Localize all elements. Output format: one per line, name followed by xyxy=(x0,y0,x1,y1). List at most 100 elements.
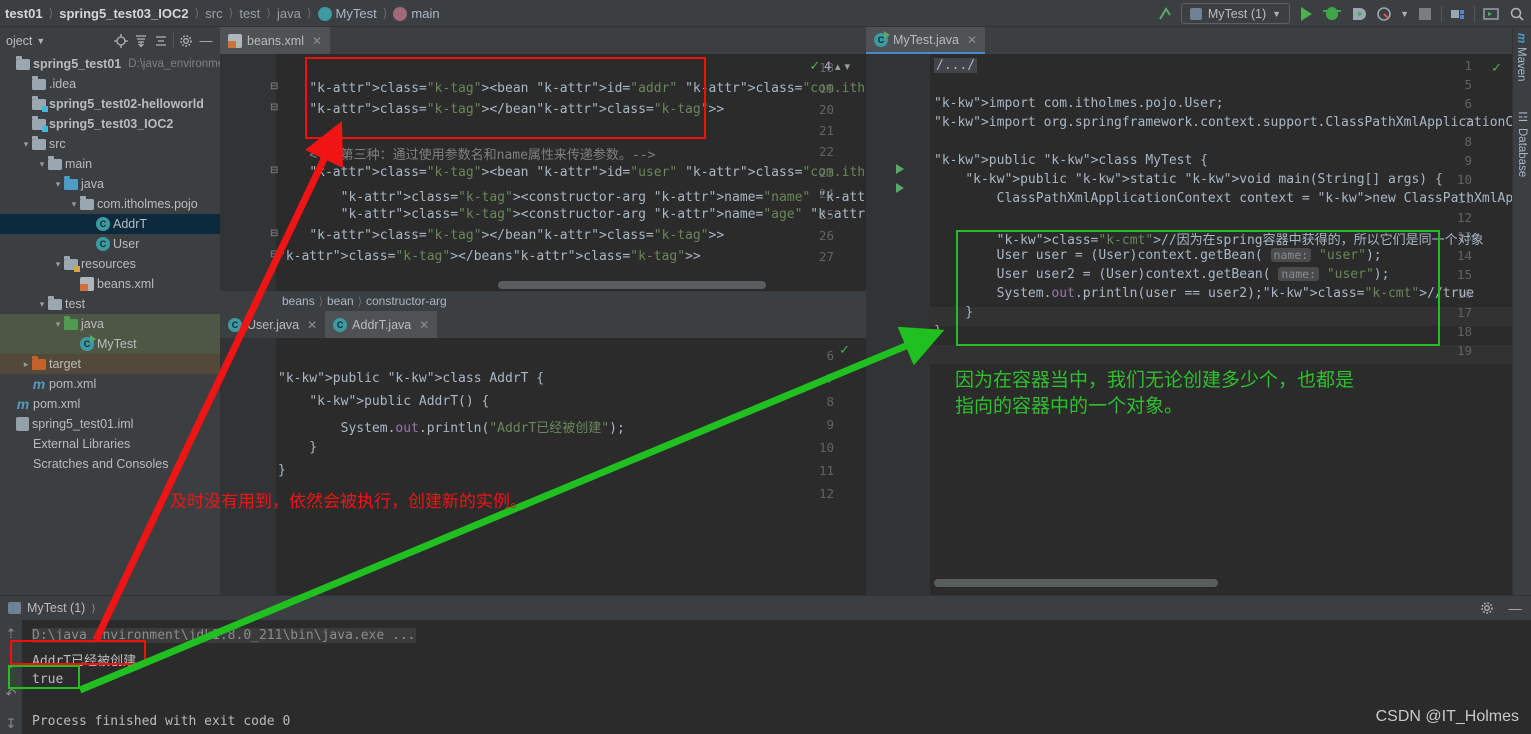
chevron-down-icon[interactable]: ▾ xyxy=(52,179,64,190)
chevron-down-icon[interactable]: ▾ xyxy=(36,159,48,170)
minimize-icon[interactable]: — xyxy=(1507,600,1523,616)
code-line[interactable]: User user2 = (User)context.getBean( name… xyxy=(934,267,1389,282)
tab-addrt-java[interactable]: C AddrT.java ✕ xyxy=(325,311,438,338)
search-icon[interactable] xyxy=(1507,4,1527,24)
tree-item-main[interactable]: ▾ main xyxy=(0,154,220,174)
xml-horizontal-scrollbar[interactable] xyxy=(498,281,766,289)
collapsed-fold[interactable]: /.../ xyxy=(934,58,978,73)
console-output[interactable]: D:\java_environment\jdk1.8.0_211\bin\jav… xyxy=(22,620,1531,734)
code-line[interactable]: ClassPathXmlApplicationContext context =… xyxy=(934,191,1512,206)
tree-item-spring5-test03-ioc2[interactable]: spring5_test03_IOC2 xyxy=(0,114,220,134)
tree-item-mytest[interactable]: C MyTest xyxy=(0,334,220,354)
run-class-gutter-icon[interactable] xyxy=(896,164,904,174)
tree-item-pom-xml[interactable]: m pom.xml xyxy=(0,394,220,414)
profile-icon[interactable] xyxy=(1374,4,1394,24)
code-line[interactable]: "k-attr">class="k-tag"></bean"k-attr">cl… xyxy=(278,228,724,243)
tree-item-spring5-test02-helloworld[interactable]: spring5_test02-helloworld xyxy=(0,94,220,114)
project-tree[interactable]: spring5_test01 D:\java_environment_t .idea… xyxy=(0,54,220,595)
run-tool-window-title[interactable]: MyTest (1) xyxy=(27,601,85,615)
tree-item-src[interactable]: ▾ src xyxy=(0,134,220,154)
code-line[interactable]: "k-kw">import com.itholmes.pojo.User; xyxy=(934,96,1224,111)
run-configuration-selector[interactable]: MyTest (1) ▼ xyxy=(1180,3,1291,24)
code-line[interactable]: System.out.println(user == user2);"k-kw"… xyxy=(934,286,1474,301)
code-line[interactable]: User user = (User)context.getBean( name:… xyxy=(934,248,1382,263)
close-icon[interactable]: ✕ xyxy=(307,318,317,332)
breadcrumb-item-1[interactable]: spring5_test03_IOC2 xyxy=(54,6,193,21)
tree-item-test[interactable]: ▾ test xyxy=(0,294,220,314)
tree-item--idea[interactable]: .idea xyxy=(0,74,220,94)
project-panel-title[interactable]: oject xyxy=(6,34,32,48)
tree-item-spring5-test01[interactable]: spring5_test01 D:\java_environment_t xyxy=(0,54,220,74)
chevron-right-icon[interactable]: ▸ xyxy=(20,359,32,370)
code-line[interactable]: "k-attr">class="k-tag"><constructor-arg … xyxy=(278,186,866,205)
chevron-down-icon[interactable]: ▾ xyxy=(844,60,850,73)
hide-icon[interactable]: — xyxy=(198,33,214,49)
tool-tab-maven[interactable]: m Maven xyxy=(1515,33,1527,82)
tree-item-target[interactable]: ▸ target xyxy=(0,354,220,374)
gear-icon[interactable] xyxy=(1479,600,1495,616)
xml-breadcrumb-0[interactable]: beans xyxy=(282,294,315,308)
scroll-to-end-icon[interactable]: ↧ xyxy=(6,716,17,732)
breadcrumb-item-6[interactable]: main xyxy=(388,6,444,21)
breadcrumb-item-2[interactable]: src xyxy=(200,6,227,21)
tab-user-java[interactable]: C User.java ✕ xyxy=(220,311,325,338)
close-icon[interactable]: ✕ xyxy=(312,34,322,48)
code-line[interactable]: System.out.println("AddrT已经被创建"); xyxy=(278,417,625,436)
build-icon[interactable] xyxy=(1448,4,1468,24)
chevron-down-icon[interactable]: ▾ xyxy=(52,259,64,270)
code-line[interactable]: "k-attr">class="k-tag"><bean "k-attr">id… xyxy=(278,81,866,96)
code-line[interactable]: "k-kw">public "k-kw">class AddrT { xyxy=(278,371,544,386)
chevron-down-icon[interactable]: ▾ xyxy=(68,199,80,210)
run-icon[interactable] xyxy=(1296,4,1316,24)
breadcrumb-item-5[interactable]: MyTest xyxy=(313,6,382,21)
code-line[interactable]: } xyxy=(934,324,942,339)
debug-icon[interactable] xyxy=(1322,4,1342,24)
breadcrumb-item-3[interactable]: test xyxy=(234,6,265,21)
down-icon[interactable]: ⇣ xyxy=(6,656,17,672)
xml-breadcrumb-2[interactable]: constructor-arg xyxy=(366,294,447,308)
tree-item-scratches-and-consoles[interactable]: Scratches and Consoles xyxy=(0,454,220,474)
xml-breadcrumb-1[interactable]: bean xyxy=(327,294,354,308)
chevron-down-icon[interactable]: ▼ xyxy=(36,36,45,46)
tree-item-resources[interactable]: ▾ resources xyxy=(0,254,220,274)
tree-item-java[interactable]: ▾ java xyxy=(0,314,220,334)
rerun-icon[interactable]: ⇡ xyxy=(6,626,17,642)
tab-mytest-java[interactable]: C MyTest.java ✕ xyxy=(866,27,986,54)
chevron-down-icon[interactable]: ▾ xyxy=(52,319,64,330)
terminal-icon[interactable] xyxy=(1481,4,1501,24)
code-line[interactable]: "k-attr">class="k-tag"></bean"k-attr">cl… xyxy=(278,102,724,117)
soft-wrap-icon[interactable]: ↶ xyxy=(6,686,17,702)
code-line[interactable]: } xyxy=(278,440,317,455)
code-line[interactable]: "k-attr">class="k-tag"><constructor-arg … xyxy=(278,207,866,222)
collapse-all-icon[interactable] xyxy=(153,33,169,49)
code-line[interactable]: "k-kw">public AddrT() { xyxy=(278,394,489,409)
breadcrumb-item-0[interactable]: test01 xyxy=(0,6,48,21)
chevron-down-icon[interactable]: ▾ xyxy=(20,139,32,150)
mytest-code-area[interactable]: 1 /.../ 5 6 "k-kw">import com.itholmes.pojo.… xyxy=(866,54,1512,595)
code-line[interactable]: "k-kw">class="k-cmt">//因为在spring容器中获得的，所… xyxy=(934,229,1484,248)
tree-item-java[interactable]: ▾ java xyxy=(0,174,220,194)
tree-item-pom-xml[interactable]: m pom.xml xyxy=(0,374,220,394)
tree-item-spring5-test01-iml[interactable]: spring5_test01.iml xyxy=(0,414,220,434)
xml-code-area[interactable]: 18 19 ⊟ "k-attr">class="k-tag"><bean "k-at… xyxy=(220,54,866,311)
breadcrumb-item-4[interactable]: java xyxy=(272,6,306,21)
code-line[interactable]: /.../ xyxy=(934,58,978,73)
code-line[interactable]: <!--第三种：通过使用参数名和name属性来传递参数。--> xyxy=(278,144,655,163)
tree-item-external-libraries[interactable]: External Libraries xyxy=(0,434,220,454)
close-icon[interactable]: ✕ xyxy=(419,318,429,332)
tree-item-com-itholmes-pojo[interactable]: ▾ com.itholmes.pojo xyxy=(0,194,220,214)
chevron-right-icon[interactable]: ⟩ xyxy=(91,602,95,615)
tree-item-beans-xml[interactable]: beans.xml xyxy=(0,274,220,294)
code-line[interactable]: "k-kw">public "k-kw">static "k-kw">void … xyxy=(934,172,1442,187)
addrt-code-area[interactable]: 6 7 "k-kw">public "k-kw">class AddrT {8 "k… xyxy=(220,338,866,595)
tab-beans-xml[interactable]: beans.xml ✕ xyxy=(220,27,331,54)
code-line[interactable]: "k-attr">class="k-tag"><bean "k-attr">id… xyxy=(278,165,866,180)
mytest-horizontal-scrollbar[interactable] xyxy=(934,579,1218,587)
back-arrow-icon[interactable] xyxy=(1155,4,1175,24)
gear-icon[interactable] xyxy=(178,33,194,49)
expand-all-icon[interactable] xyxy=(133,33,149,49)
tree-item-user[interactable]: C User xyxy=(0,234,220,254)
chevron-up-icon[interactable]: ▴ xyxy=(835,60,841,73)
stop-icon[interactable] xyxy=(1415,4,1435,24)
run-method-gutter-icon[interactable] xyxy=(896,183,904,193)
